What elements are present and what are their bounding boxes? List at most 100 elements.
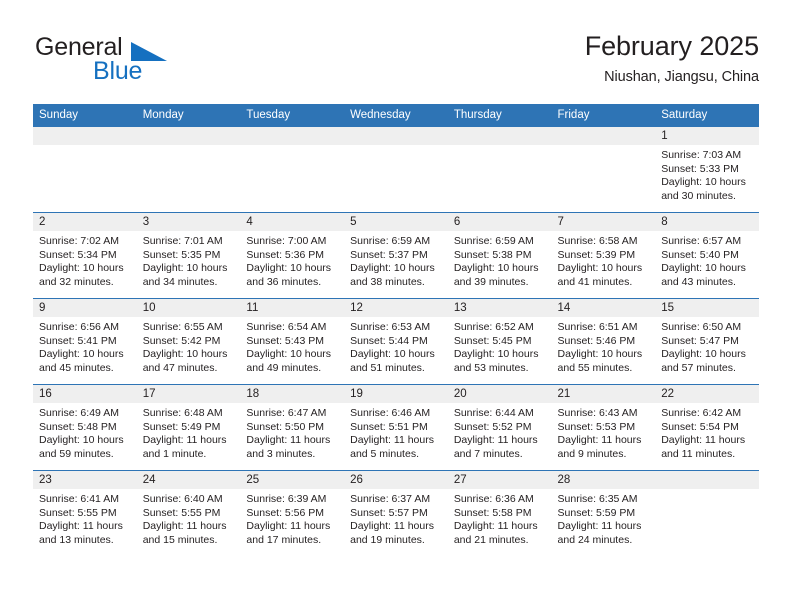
calendar-day-cell[interactable]: 23 Sunrise: 6:41 AM Sunset: 5:55 PM Dayligh… [33, 470, 137, 556]
day-cell-content: 15 Sunrise: 6:50 AM Sunset: 5:47 PM Dayligh… [655, 299, 759, 384]
daylight-text: Daylight: 10 hours and 32 minutes. [39, 262, 124, 288]
sunset-text: Sunset: 5:36 PM [246, 248, 325, 261]
calendar-day-cell[interactable]: 1 Sunrise: 7:03 AM Sunset: 5:33 PM Daylight… [655, 126, 759, 213]
day-number: 15 [655, 299, 759, 317]
general-blue-logo[interactable]: General Blue [33, 34, 253, 92]
sunset-text: Sunset: 5:58 PM [453, 506, 532, 519]
calendar-day-cell[interactable]: 24 Sunrise: 6:40 AM Sunset: 5:55 PM Dayligh… [136, 470, 241, 556]
sunrise-text: Sunrise: 6:48 AM [142, 407, 223, 419]
sunset-text: Sunset: 5:40 PM [661, 248, 739, 261]
sunset-text: Sunset: 5:33 PM [661, 162, 739, 175]
day-details: Sunrise: 6:47 AM Sunset: 5:50 PM Daylight:… [240, 403, 344, 461]
daylight-text: Daylight: 10 hours and 47 minutes. [142, 348, 228, 374]
calendar-day-cell[interactable]: 25 Sunrise: 6:39 AM Sunset: 5:56 PM Dayligh… [240, 470, 345, 556]
calendar-day-cell[interactable]: 5 Sunrise: 6:59 AM Sunset: 5:37 PM Daylight… [344, 212, 448, 299]
calendar-day-cell[interactable]: 19 Sunrise: 6:46 AM Sunset: 5:51 PM Dayligh… [344, 384, 448, 471]
calendar-day-cell[interactable]: 12 Sunrise: 6:53 AM Sunset: 5:44 PM Dayligh… [344, 298, 448, 385]
calendar-day-cell[interactable]: 26 Sunrise: 6:37 AM Sunset: 5:57 PM Dayligh… [344, 470, 448, 556]
daylight-text: Daylight: 10 hours and 59 minutes. [39, 434, 124, 460]
calendar-day-cell[interactable]: 20 Sunrise: 6:44 AM Sunset: 5:52 PM Dayligh… [447, 384, 552, 471]
calendar-day-cell[interactable] [344, 126, 448, 213]
day-details: Sunrise: 6:50 AM Sunset: 5:47 PM Daylight:… [655, 317, 759, 375]
calendar-day-cell[interactable]: 28 Sunrise: 6:35 AM Sunset: 5:59 PM Dayligh… [551, 470, 656, 556]
calendar-day-cell[interactable]: 21 Sunrise: 6:43 AM Sunset: 5:53 PM Dayligh… [551, 384, 656, 471]
day-details: Sunrise: 6:56 AM Sunset: 5:41 PM Daylight:… [33, 317, 137, 375]
day-cell-content [344, 127, 448, 212]
daylight-text: Daylight: 11 hours and 17 minutes. [246, 520, 331, 546]
weekday-header-saturday: Saturday [655, 104, 759, 127]
daylight-text: Daylight: 11 hours and 13 minutes. [39, 520, 123, 546]
day-cell-content: 21 Sunrise: 6:43 AM Sunset: 5:53 PM Dayligh… [551, 385, 656, 470]
sunset-text: Sunset: 5:50 PM [246, 420, 325, 433]
day-cell-content: 11 Sunrise: 6:54 AM Sunset: 5:43 PM Dayligh… [240, 299, 345, 384]
day-cell-content [33, 127, 137, 212]
sunset-text: Sunset: 5:52 PM [453, 420, 532, 433]
day-number: 20 [447, 385, 552, 403]
calendar-day-cell[interactable]: 6 Sunrise: 6:59 AM Sunset: 5:38 PM Daylight… [447, 212, 552, 299]
calendar-day-cell[interactable]: 10 Sunrise: 6:55 AM Sunset: 5:42 PM Dayligh… [136, 298, 241, 385]
day-details: Sunrise: 6:53 AM Sunset: 5:44 PM Daylight:… [344, 317, 448, 375]
calendar-day-cell[interactable]: 15 Sunrise: 6:50 AM Sunset: 5:47 PM Dayligh… [655, 298, 759, 385]
daylight-text: Daylight: 11 hours and 7 minutes. [453, 434, 538, 460]
day-details: Sunrise: 6:39 AM Sunset: 5:56 PM Daylight:… [240, 489, 344, 547]
day-cell-content: 25 Sunrise: 6:39 AM Sunset: 5:56 PM Dayligh… [240, 471, 345, 556]
calendar-day-cell[interactable]: 27 Sunrise: 6:36 AM Sunset: 5:58 PM Dayligh… [447, 470, 552, 556]
calendar-week-row: 16 Sunrise: 6:49 AM Sunset: 5:48 PM Dayligh… [33, 384, 759, 471]
calendar-day-cell[interactable]: 22 Sunrise: 6:42 AM Sunset: 5:54 PM Dayligh… [655, 384, 759, 471]
calendar-day-cell[interactable]: 18 Sunrise: 6:47 AM Sunset: 5:50 PM Dayligh… [240, 384, 345, 471]
page-subtitle: Niushan, Jiangsu, China [604, 69, 759, 85]
calendar-day-cell[interactable] [33, 126, 137, 213]
day-number: 27 [447, 471, 552, 489]
sunrise-text: Sunrise: 7:03 AM [661, 149, 742, 161]
calendar-day-cell[interactable]: 2 Sunrise: 7:02 AM Sunset: 5:34 PM Daylight… [33, 212, 137, 299]
calendar-day-cell[interactable]: 7 Sunrise: 6:58 AM Sunset: 5:39 PM Daylight… [551, 212, 656, 299]
daylight-text: Daylight: 11 hours and 15 minutes. [142, 520, 227, 546]
day-details: Sunrise: 6:58 AM Sunset: 5:39 PM Daylight:… [552, 231, 656, 289]
calendar-day-cell[interactable]: 8 Sunrise: 6:57 AM Sunset: 5:40 PM Daylight… [655, 212, 759, 299]
day-number: 2 [33, 213, 137, 231]
calendar-day-cell[interactable]: 13 Sunrise: 6:52 AM Sunset: 5:45 PM Dayligh… [447, 298, 552, 385]
sunset-text: Sunset: 5:48 PM [39, 420, 117, 433]
calendar-day-cell[interactable] [240, 126, 345, 213]
sunrise-text: Sunrise: 6:53 AM [350, 321, 431, 333]
day-number: 6 [447, 213, 552, 231]
sunrise-text: Sunrise: 7:01 AM [142, 235, 223, 247]
day-number [136, 127, 241, 145]
logo-text-blue: Blue [93, 57, 143, 85]
sunset-text: Sunset: 5:45 PM [453, 334, 532, 347]
daylight-text: Daylight: 10 hours and 34 minutes. [142, 262, 228, 288]
calendar-day-cell[interactable]: 14 Sunrise: 6:51 AM Sunset: 5:46 PM Dayligh… [551, 298, 656, 385]
day-number: 17 [136, 385, 241, 403]
day-number [240, 127, 345, 145]
daylight-text: Daylight: 10 hours and 51 minutes. [350, 348, 435, 374]
day-details: Sunrise: 6:41 AM Sunset: 5:55 PM Daylight:… [33, 489, 137, 547]
calendar-day-cell[interactable] [655, 470, 759, 556]
calendar-day-cell[interactable]: 11 Sunrise: 6:54 AM Sunset: 5:43 PM Dayligh… [240, 298, 345, 385]
daylight-text: Daylight: 11 hours and 24 minutes. [557, 520, 642, 546]
day-number: 24 [136, 471, 241, 489]
calendar-day-cell[interactable] [551, 126, 656, 213]
calendar-day-cell[interactable]: 16 Sunrise: 6:49 AM Sunset: 5:48 PM Dayligh… [33, 384, 137, 471]
day-details: Sunrise: 6:46 AM Sunset: 5:51 PM Daylight:… [344, 403, 448, 461]
calendar-day-cell[interactable]: 3 Sunrise: 7:01 AM Sunset: 5:35 PM Daylight… [136, 212, 241, 299]
day-cell-content: 5 Sunrise: 6:59 AM Sunset: 5:37 PM Daylight… [344, 213, 448, 298]
calendar-day-cell[interactable]: 17 Sunrise: 6:48 AM Sunset: 5:49 PM Dayligh… [136, 384, 241, 471]
calendar-week-row: 9 Sunrise: 6:56 AM Sunset: 5:41 PM Daylight… [33, 298, 759, 385]
calendar-day-cell[interactable] [136, 126, 241, 213]
daylight-text: Daylight: 11 hours and 1 minute. [142, 434, 227, 460]
calendar-day-cell[interactable]: 9 Sunrise: 6:56 AM Sunset: 5:41 PM Daylight… [33, 298, 137, 385]
day-number: 10 [136, 299, 241, 317]
day-details: Sunrise: 6:54 AM Sunset: 5:43 PM Daylight:… [240, 317, 344, 375]
calendar-body: 1 Sunrise: 7:03 AM Sunset: 5:33 PM Daylight… [33, 126, 759, 556]
sunset-text: Sunset: 5:59 PM [557, 506, 636, 519]
day-number: 18 [240, 385, 345, 403]
day-cell-content [136, 127, 241, 212]
calendar-day-cell[interactable] [447, 126, 552, 213]
daylight-text: Daylight: 11 hours and 11 minutes. [661, 434, 746, 460]
sunrise-text: Sunrise: 6:35 AM [557, 493, 638, 505]
sunrise-text: Sunrise: 6:44 AM [453, 407, 534, 419]
calendar-day-cell[interactable]: 4 Sunrise: 7:00 AM Sunset: 5:36 PM Daylight… [240, 212, 345, 299]
sunrise-text: Sunrise: 6:51 AM [557, 321, 638, 333]
page-header: General Blue February 2025 Niushan, Jian… [33, 30, 759, 96]
sunset-text: Sunset: 5:49 PM [142, 420, 221, 433]
